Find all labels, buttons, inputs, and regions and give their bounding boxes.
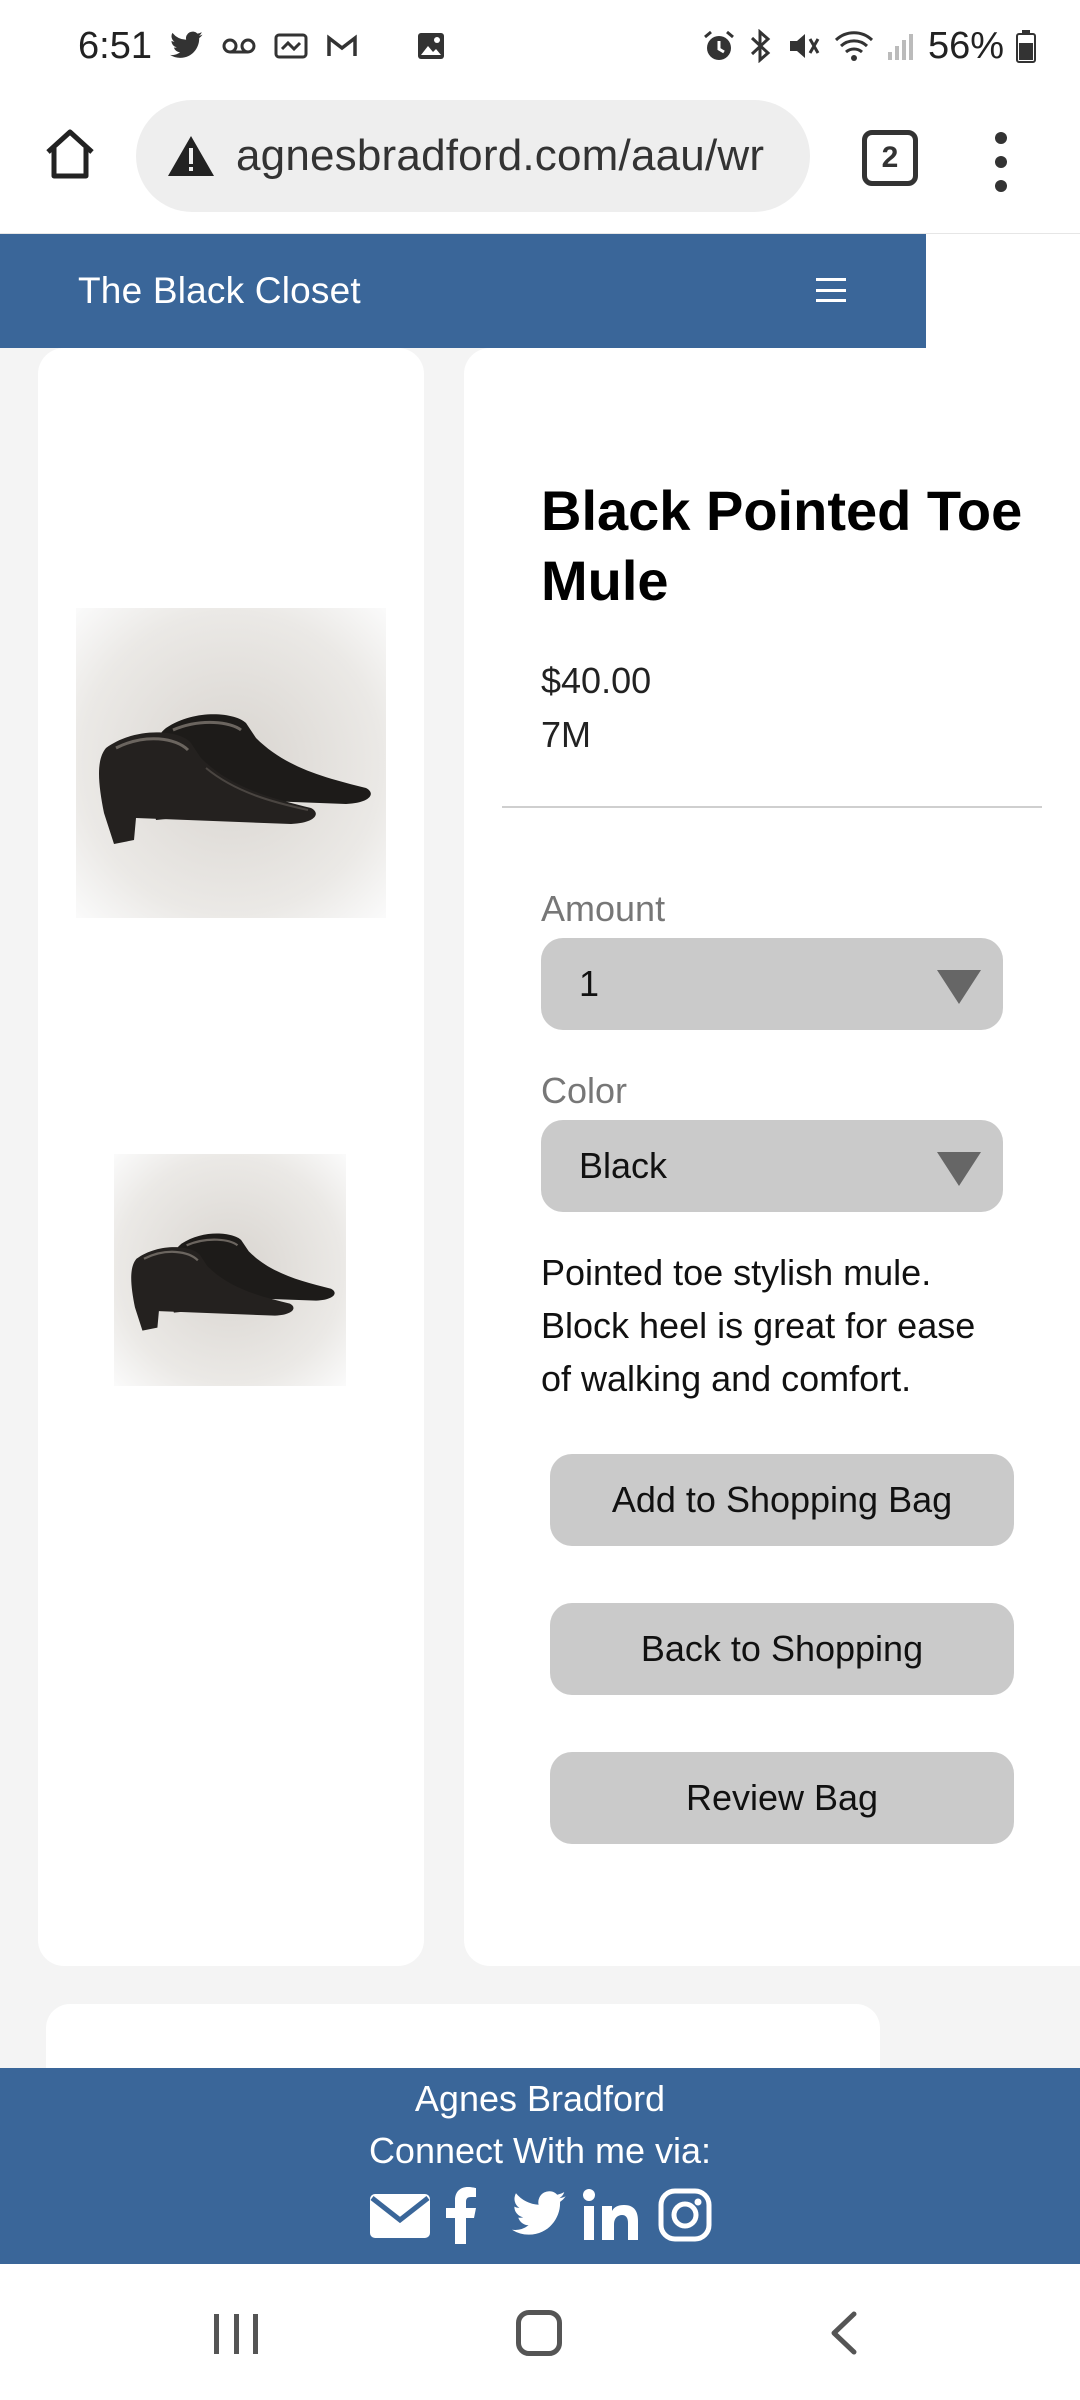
battery-icon bbox=[1016, 29, 1036, 63]
back-icon[interactable] bbox=[826, 2310, 862, 2356]
facebook-icon[interactable] bbox=[446, 2186, 476, 2244]
email-icon[interactable] bbox=[368, 2190, 432, 2240]
status-bar: 6:51 56% bbox=[0, 0, 1080, 92]
browser-toolbar: agnesbradford.com/aau/wr 2 bbox=[0, 92, 1080, 234]
gmail-icon bbox=[326, 33, 358, 59]
warning-icon[interactable] bbox=[166, 134, 216, 178]
divider bbox=[502, 806, 1042, 808]
battery-percent: 56% bbox=[927, 24, 1004, 67]
site-header: The Black Closet bbox=[0, 234, 926, 348]
signal-icon bbox=[886, 30, 916, 62]
status-time: 6:51 bbox=[78, 24, 152, 67]
color-label: Color bbox=[541, 1070, 628, 1111]
product-details-card: Black Pointed Toe Mule $40.00 7M Amount … bbox=[464, 348, 1080, 1966]
product-price: $40.00 bbox=[541, 660, 652, 701]
address-bar[interactable]: agnesbradford.com/aau/wr bbox=[136, 100, 810, 212]
mute-icon bbox=[786, 29, 822, 63]
tab-switcher-button[interactable]: 2 bbox=[862, 130, 918, 186]
social-links bbox=[0, 2180, 1080, 2250]
back-to-shopping-button[interactable]: Back to Shopping bbox=[550, 1603, 1014, 1695]
color-select[interactable]: Black bbox=[541, 1120, 1003, 1212]
image-icon bbox=[416, 31, 446, 61]
voicemail-icon bbox=[222, 36, 256, 56]
dropdown-arrow-icon bbox=[937, 1152, 981, 1186]
twitter-icon bbox=[169, 31, 204, 61]
footer-connect-text: Connect With me via: bbox=[368, 2130, 712, 2171]
product-size: 7M bbox=[541, 714, 592, 755]
instagram-icon[interactable] bbox=[658, 2188, 712, 2242]
recent-apps-button[interactable] bbox=[214, 2314, 258, 2354]
home-button[interactable] bbox=[38, 122, 102, 186]
linkedin-icon[interactable] bbox=[582, 2188, 644, 2242]
menu-dot bbox=[995, 180, 1007, 192]
product-description: Pointed toe stylish mule. Block heel is … bbox=[541, 1252, 976, 1399]
add-to-bag-button[interactable]: Add to Shopping Bag bbox=[550, 1454, 1014, 1546]
product-content: Black Pointed Toe Mule $40.00 7M Amount … bbox=[0, 348, 1080, 2084]
product-image-thumbnail[interactable] bbox=[114, 1154, 346, 1386]
color-value: Black bbox=[579, 1145, 668, 1186]
amount-select[interactable]: 1 bbox=[541, 938, 1003, 1030]
missed-call-icon bbox=[274, 31, 308, 61]
menu-dot bbox=[995, 132, 1007, 144]
product-images-card bbox=[38, 348, 424, 1966]
menu-dot bbox=[995, 156, 1007, 168]
site-footer: Agnes Bradford Connect With me via: bbox=[0, 2068, 1080, 2264]
footer-name: Agnes Bradford bbox=[414, 2078, 666, 2119]
system-nav-bar bbox=[0, 2264, 1080, 2400]
site-brand-link[interactable]: The Black Closet bbox=[78, 270, 361, 312]
hamburger-icon[interactable] bbox=[816, 278, 846, 302]
alarm-icon bbox=[702, 29, 736, 63]
browser-menu-button[interactable] bbox=[976, 126, 1026, 198]
wifi-icon bbox=[834, 30, 874, 62]
amount-value: 1 bbox=[579, 963, 600, 1004]
amount-label: Amount bbox=[541, 888, 666, 929]
review-bag-button[interactable]: Review Bag bbox=[550, 1752, 1014, 1844]
bluetooth-icon bbox=[748, 29, 774, 63]
dropdown-arrow-icon bbox=[937, 970, 981, 1004]
home-icon bbox=[46, 129, 94, 179]
product-image-main[interactable] bbox=[76, 608, 386, 918]
home-nav-button[interactable] bbox=[516, 2310, 562, 2356]
twitter-icon[interactable] bbox=[512, 2191, 568, 2239]
product-title: Black Pointed Toe Mule bbox=[541, 479, 1023, 612]
url-text: agnesbradford.com/aau/wr bbox=[236, 131, 765, 180]
